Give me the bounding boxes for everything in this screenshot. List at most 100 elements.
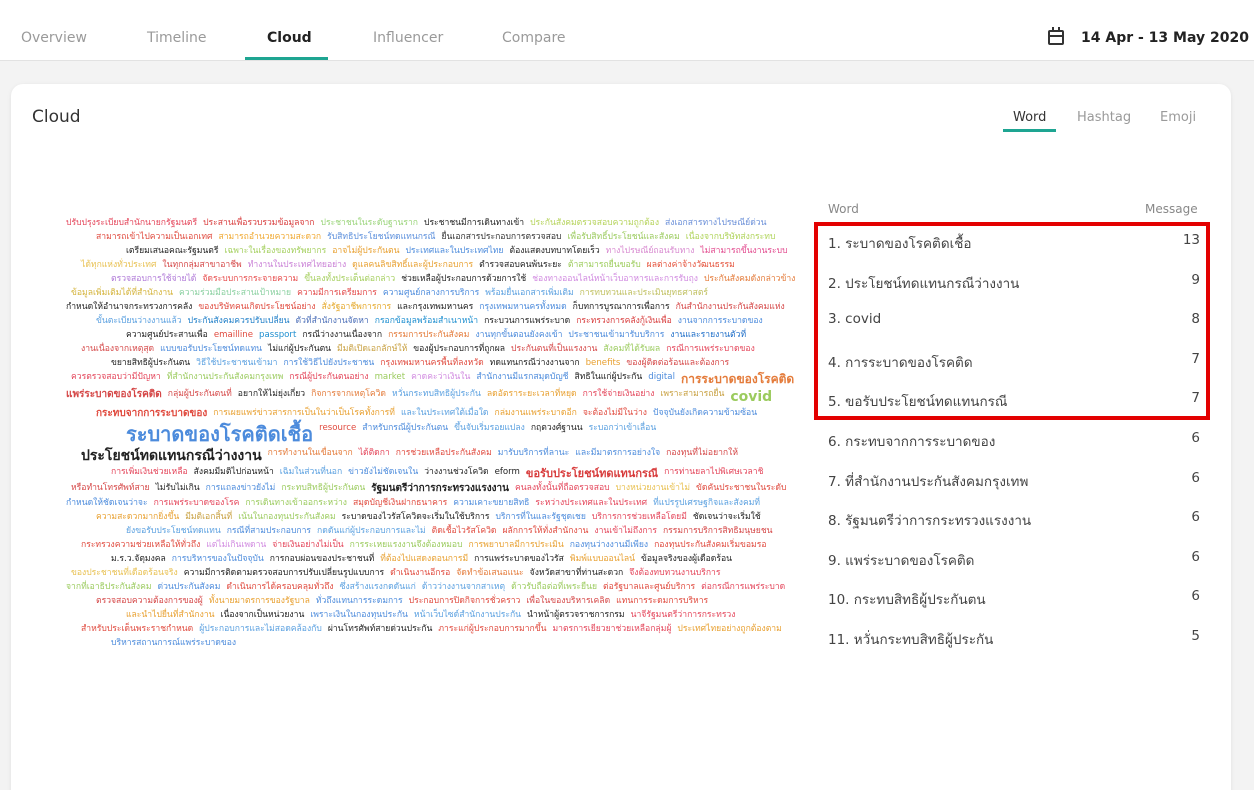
cloud-word[interactable]: แต่ไม่เกินเพดาน [206,541,266,550]
calendar-icon[interactable] [1048,27,1064,45]
cloud-word[interactable]: ไม่รับไม่เกิน [156,484,200,493]
cloud-word[interactable]: การช่วยเหลือประกันสังคม [396,449,492,458]
cloud-word[interactable]: กฤตวงศ์ฐานน [531,424,583,433]
cloud-word[interactable]: resource [319,424,356,433]
cloud-word[interactable]: บางหน่วยงานเข้าไม่ [616,484,690,493]
cloud-word[interactable]: พิมพ์แบบออนไลน์ [570,555,635,564]
cloud-word[interactable]: นาจีรัฐมนตรีว่าการกระทรวง [631,611,736,620]
cloud-word[interactable]: เนื่องจากบริษัทส่งกระทบ [686,233,776,242]
cloud-word[interactable]: ความศูนย์กลางการบริการ [383,289,479,298]
cloud-word[interactable]: กระบวนการแพร่ระบาด [484,317,570,326]
tab-overview[interactable]: Overview [21,30,87,46]
cloud-word[interactable]: ตรวจสอบการใช้จ่ายได้ [111,275,196,284]
cloud-word[interactable]: ระบาดของไวรัสโควิดจะเริ่มในใช้บริการ [342,513,490,522]
cloud-word[interactable]: ความสะดวกมากยิ่งขึ้น [96,513,179,522]
cloud-word[interactable]: กำหนดให้ชัดเจนว่าจะ [66,499,148,508]
cloud-word[interactable]: กระทรวงการคลังกู้เงินเพื่อ [576,317,672,326]
cloud-word[interactable]: ทำงานในประเทศไทยอย่าง [248,261,346,270]
cloud-word[interactable]: ประโยชน์ทดแทนกรณีว่างงาน [81,449,262,463]
cloud-word[interactable]: ความมีการเตรียมการ [297,289,377,298]
cloud-word[interactable]: และในประเทศใต้เมื่อใด [401,409,489,418]
cloud-word[interactable]: ด่วนประกันสังคม [158,583,221,592]
cloud-word[interactable]: ด้าวว่างงานจากสาเหตุ [422,583,505,592]
cloud-word[interactable]: การระเหยแรงงานจึงต้องหมอบ [350,541,463,550]
cloud-word[interactable]: การแถลงข่าวยังไม่ [206,484,276,493]
cloud-word[interactable]: ระหว่างประเทศและในประเทศ [535,499,647,508]
cloud-word[interactable]: งานจากการระบาดของ [678,317,763,326]
cloud-word[interactable]: ประกันสังคมดังกล่าวข้าง [704,275,795,284]
cloud-word[interactable]: บริการการช่วยเหลือโดยมี [592,513,687,522]
cloud-word[interactable]: กรอกข้อมูลพร้อมสำเนาหน้า [375,317,478,326]
cloud-word[interactable]: คาดคะว่าเงินใน [411,373,470,382]
cloud-word[interactable]: แบบขอรับประโยชน์ทดแทน [160,345,262,354]
cloud-word[interactable]: ประกันสังคมควรปรับเปลี่ยน [188,317,290,326]
cloud-word[interactable]: และนำไปยื่นที่สำนักงาน [126,611,215,620]
cloud-word[interactable]: สำหรับกรณีผู้ประกันตน [362,424,448,433]
word-list-row[interactable]: 10. กระทบสิทธิผู้ประกันตน 6 [828,588,1200,610]
cloud-word[interactable]: ภาระแก่ผู้ประกอบการมากขึ้น [438,625,546,634]
cloud-word[interactable]: หวั่นกระทบสิทธิผู้ประกัน [392,390,481,399]
cloud-word[interactable]: สิทธิในแก่ผู้ประกัน [574,373,642,382]
cloud-word[interactable]: ติดเชื้อไวรัสโควิด [432,527,497,536]
subtab-hashtag[interactable]: Hashtag [1077,110,1131,125]
word-list-row[interactable]: 2. ประโยชน์ทดแทนกรณีว่างงาน 9 [828,272,1200,294]
cloud-word[interactable]: ผ่านโทรศัพท์สายด่วนประกัน [328,625,433,634]
cloud-word[interactable]: กลุ่มผู้ประกันตนที่ [168,390,232,399]
cloud-word[interactable]: การใช้จ่ายเงินอย่าง [583,390,655,399]
cloud-word[interactable]: กรุงเทพมหานครทั้งหมด [479,303,566,312]
cloud-word[interactable]: นำหน้าผู้ตรวจราชการกรม [527,611,625,620]
cloud-word[interactable]: ก็บทการบูรณาการเพื่อการ [573,303,670,312]
cloud-word[interactable]: ความร่วมมือประสานเป้าหมาย [179,289,291,298]
cloud-word[interactable]: ประชาชนเข้ามารับบริการ [568,331,664,340]
cloud-word[interactable]: ของบริษัทคนเกิดประโยชน์อย่าง [198,303,315,312]
cloud-word[interactable]: ว่างงานช่วงโควิด [424,468,488,477]
cloud-word[interactable]: เตรียมเสนอคณะรัฐมนตรี [126,247,218,256]
cloud-word[interactable]: ข้อมูลเพิ่มเติมได้ที่สำนักงาน [71,289,173,298]
cloud-word[interactable]: benefits [586,359,621,368]
tab-timeline[interactable]: Timeline [147,30,207,46]
cloud-word[interactable]: ที่สำนักงานประกันสังคมกรุงเทพ [167,373,284,382]
cloud-word[interactable]: จัดระบบการกระจายความ [202,275,298,284]
cloud-word[interactable]: ความมีการติดตามตรวจสอบการปรับเปลี่ยนรูปแ… [184,569,384,578]
cloud-word[interactable]: บริการที่ในและรัฐชุดเชย [495,513,585,522]
cloud-word[interactable]: ในทุกกลุ่มสาขาอาชีพ [162,261,241,270]
cloud-word[interactable]: ขัดคันประชาชนในระดับ [696,484,786,493]
cloud-word[interactable]: สามารถอำนวยความสะดวก [218,233,321,242]
cloud-word[interactable]: ปัจจุบันยังเกิดความข้ามซ้อน [653,409,757,418]
cloud-word[interactable]: กรณีการแพร่ระบาดของ [666,345,755,354]
cloud-word[interactable]: เพราะสามารถยื่น [660,390,724,399]
cloud-word[interactable]: ขึ้นลงทั้งประเด็นต่อกล่าว [304,275,395,284]
cloud-word[interactable]: การเดินทางเข้าออกระหว่าง [245,499,347,508]
cloud-word[interactable]: ประชาชนมีการเดินทางเข้า [424,219,524,228]
subtab-word[interactable]: Word [1013,110,1046,125]
cloud-word[interactable]: กรณีผู้ประกันตนอย่าง [289,373,368,382]
cloud-word[interactable]: สามารถเข้าไปความเป็นเอกเทศ [96,233,213,242]
cloud-word[interactable]: รัฐมนตรีว่าการกระทรวงแรงงาน [371,484,509,494]
word-list-row[interactable]: 7. ที่สำนักงานประกันสังคมกรุงเทพ 6 [828,470,1200,492]
cloud-word[interactable]: ช่องทางออนไลน์หน้าเว็บอาหารและการรับถุง [532,275,698,284]
cloud-word[interactable]: ประกอบการปิดกิจการชั่วคราว [409,597,521,606]
subtab-emoji[interactable]: Emoji [1160,110,1196,125]
cloud-word[interactable]: การแพร่ระบาดของโรค [154,499,240,508]
cloud-word[interactable]: เพราะเงินในกองทุนประกัน [310,611,408,620]
cloud-word[interactable]: ส่งเอกสารทางไปรษณีย์ด่วน [665,219,766,228]
cloud-word[interactable]: ประเทศและในประเทศไทย [405,247,503,256]
tab-compare[interactable]: Compare [502,30,566,46]
cloud-word[interactable]: ตัวที่สำนักงานจัดหา [296,317,369,326]
cloud-word[interactable]: สั่งรัฐอาชีพการการ [322,303,392,312]
cloud-word[interactable]: กองทุนว่างงานมีเพียง [570,541,648,550]
cloud-word[interactable]: อาจไม่ผู้ประกันตน [332,247,399,256]
cloud-word[interactable]: สำหรับประเด็นพระราชกำหนด [81,625,193,634]
cloud-word[interactable]: การทำงานในเขื่อนจาก [268,449,353,458]
cloud-word[interactable]: และมีมาตรการอย่างใจ [575,449,660,458]
cloud-word[interactable]: ทั่วถึงแทนการระดมการ [316,597,403,606]
tab-influencer[interactable]: Influencer [373,30,443,46]
cloud-word[interactable]: ขั้นตะเบียนว่างงานแล้ว [96,317,182,326]
cloud-word[interactable]: การทบทวนและประเมินยุทธศาสตร์ [580,289,708,298]
cloud-word[interactable]: การบริหารของในปัจจุบัน [172,555,264,564]
cloud-word[interactable]: ด้าวรับถือต่อที่เพระยืนย [511,583,597,592]
cloud-word[interactable]: ประสานเพื่อรวบรวมข้อมูลจาก [203,219,314,228]
cloud-word[interactable]: กิจการจากเหตุโควิด [311,390,386,399]
cloud-word[interactable]: ของประชาชนที่เดือดร้อนจริง [71,569,178,578]
cloud-word[interactable]: การเพิ่มเงินช่วยเหลือ [111,468,188,477]
